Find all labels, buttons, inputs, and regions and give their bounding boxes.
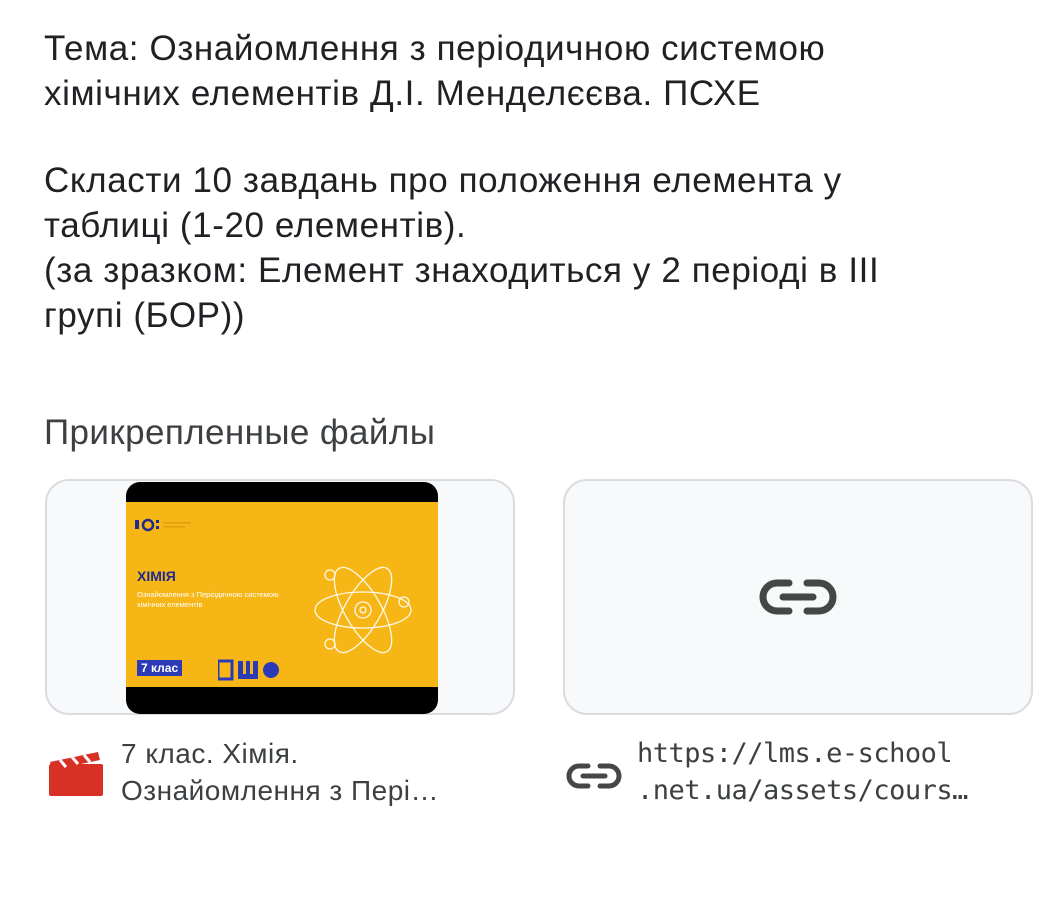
video-thumbnail: ХІМІЯ Ознайомлення з Періодичною системо…	[126, 482, 438, 714]
thumbnail-banner: ХІМІЯ Ознайомлення з Періодичною системо…	[126, 502, 438, 687]
video-clapper-icon	[49, 752, 103, 796]
link-icon	[759, 579, 837, 615]
link-caption-line1: https://lms.e-school	[637, 738, 953, 769]
thumbnail-subtitle: Ознайомлення з Періодичною системою хімі…	[137, 590, 279, 609]
atom-icon	[314, 566, 412, 654]
link-attachment-caption[interactable]: https://lms.e-school .net.ua/assets/cour…	[637, 735, 1022, 809]
eschool-logo-icon	[218, 659, 279, 681]
thumbnail-grade: 7 клас	[137, 660, 183, 676]
assignment-topic: Тема: Ознайомлення з періодичною системо…	[44, 29, 826, 113]
school-logo-icon	[135, 518, 191, 532]
video-caption-line2: Ознайомлення з Пері…	[121, 775, 439, 806]
link-attachment-card[interactable]	[563, 479, 1033, 715]
link-caption-line2: .net.ua/assets/cours…	[637, 775, 968, 806]
video-attachment-caption[interactable]: 7 клас. Хімія. Ознайомлення з Пері…	[121, 735, 501, 809]
attachments-title: Прикрепленные файлы	[44, 413, 436, 452]
video-caption-line1: 7 клас. Хімія.	[121, 738, 299, 769]
thumbnail-subject: ХІМІЯ	[137, 568, 176, 584]
assignment-task: Скласти 10 завдань про положення елемент…	[44, 161, 880, 335]
video-attachment-card[interactable]: ХІМІЯ Ознайомлення з Періодичною системо…	[45, 479, 515, 715]
link-icon	[566, 763, 622, 789]
